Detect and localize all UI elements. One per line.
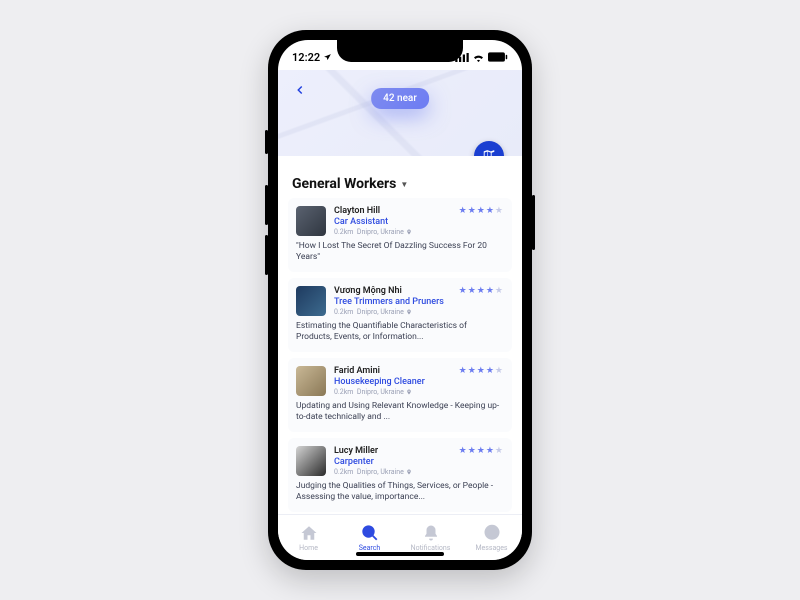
- worker-name: Lucy Miller: [334, 446, 378, 456]
- worker-description: Estimating the Quantifiable Characterist…: [296, 321, 504, 344]
- pin-icon: [406, 229, 412, 235]
- location-arrow-icon: [323, 53, 332, 62]
- rating-stars: ★★★★★: [459, 286, 504, 296]
- worker-occupation[interactable]: Housekeeping Cleaner: [334, 377, 504, 387]
- worker-description: Updating and Using Relevant Knowledge - …: [296, 401, 504, 424]
- rating-stars: ★★★★★: [459, 446, 504, 456]
- rating-stars: ★★★★★: [459, 206, 504, 216]
- phone-mockup: 12:22 42 near General Workers ▼ Clayton …: [268, 30, 532, 570]
- bell-icon: [422, 524, 440, 542]
- worker-card[interactable]: Clayton Hill ★★★★★Car Assistant0.2km Dnip…: [288, 198, 512, 272]
- worker-card[interactable]: Lucy Miller ★★★★★Carpenter0.2km Dnipro, U…: [288, 438, 512, 512]
- worker-occupation[interactable]: Tree Trimmers and Pruners: [334, 297, 504, 307]
- pin-icon: [406, 309, 412, 315]
- worker-location: 0.2km Dnipro, Ukraine: [334, 308, 504, 316]
- worker-occupation[interactable]: Carpenter: [334, 457, 504, 467]
- avatar: [296, 446, 326, 476]
- worker-name: Vương Mộng Nhi: [334, 286, 402, 296]
- messages-icon: [483, 524, 501, 542]
- worker-location: 0.2km Dnipro, Ukraine: [334, 388, 504, 396]
- category-header[interactable]: General Workers ▼: [278, 156, 522, 198]
- worker-name: Farid Amini: [334, 366, 380, 376]
- worker-card[interactable]: Farid Amini ★★★★★Housekeeping Cleaner0.2k…: [288, 358, 512, 432]
- worker-occupation[interactable]: Car Assistant: [334, 217, 504, 227]
- screen: 12:22 42 near General Workers ▼ Clayton …: [278, 40, 522, 560]
- tab-home[interactable]: Home: [278, 515, 339, 560]
- status-time: 12:22: [292, 51, 320, 64]
- search-icon: [361, 524, 379, 542]
- map-icon: [482, 149, 496, 156]
- tab-label: Search: [359, 544, 381, 552]
- chevron-left-icon: [293, 83, 307, 97]
- back-button[interactable]: [288, 78, 312, 102]
- map-area[interactable]: 42 near: [278, 70, 522, 156]
- worker-location: 0.2km Dnipro, Ukraine: [334, 468, 504, 476]
- worker-location: 0.2km Dnipro, Ukraine: [334, 228, 504, 236]
- worker-list[interactable]: Clayton Hill★★★★★Car Assistant0.2km Dnip…: [278, 198, 522, 514]
- notch: [337, 40, 463, 62]
- category-title: General Workers: [292, 176, 396, 192]
- avatar: [296, 366, 326, 396]
- tab-label: Messages: [475, 544, 507, 552]
- worker-description: Judging the Qualities of Things, Service…: [296, 481, 504, 504]
- pin-icon: [406, 389, 412, 395]
- worker-card[interactable]: Vương Mộng Nhi ★★★★★Tree Trimmers and Pru…: [288, 278, 512, 352]
- worker-name: Clayton Hill: [334, 206, 380, 216]
- wifi-icon: [472, 53, 485, 62]
- worker-description: "How I Lost The Secret Of Dazzling Succe…: [296, 241, 504, 264]
- tab-messages[interactable]: Messages: [461, 515, 522, 560]
- home-icon: [300, 524, 318, 542]
- near-badge[interactable]: 42 near: [371, 88, 429, 109]
- home-indicator[interactable]: [356, 552, 444, 556]
- tab-label: Home: [299, 544, 318, 552]
- map-toggle-button[interactable]: [474, 141, 504, 156]
- tab-label: Notifications: [411, 544, 451, 552]
- pin-icon: [406, 469, 412, 475]
- rating-stars: ★★★★★: [459, 366, 504, 376]
- chevron-down-icon: ▼: [400, 180, 408, 189]
- avatar: [296, 286, 326, 316]
- battery-icon: [488, 52, 508, 62]
- avatar: [296, 206, 326, 236]
